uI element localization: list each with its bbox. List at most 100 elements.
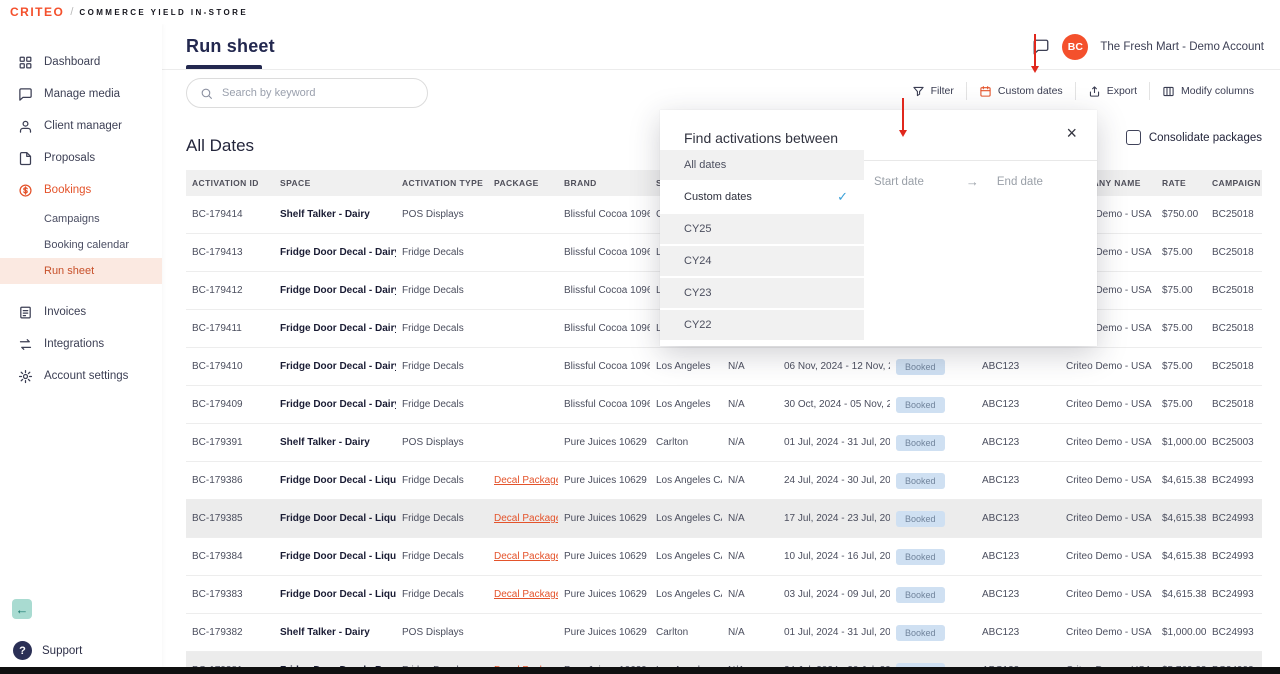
sidebar-item-dashboard[interactable]: Dashboard xyxy=(0,46,162,78)
sidebar-item-bookings[interactable]: Bookings xyxy=(0,174,162,206)
cell-space: Fridge Door Decal - Dairy xyxy=(274,399,396,410)
sidebar-item-invoices[interactable]: Invoices xyxy=(0,296,162,328)
search-input[interactable]: Search by keyword xyxy=(186,78,428,108)
package-link[interactable]: Decal Package xyxy=(494,513,558,524)
cell-company-name: Criteo Demo - USA xyxy=(1060,399,1156,410)
date-range-option[interactable]: Custom dates ✓ xyxy=(660,182,864,212)
date-range-option[interactable]: CY22✓ xyxy=(660,310,864,340)
cell-brand: Blissful Cocoa 10964 xyxy=(558,323,650,334)
check-icon: ✓ xyxy=(837,189,848,205)
status-badge: Booked xyxy=(896,397,945,413)
date-range-option[interactable]: CY25✓ xyxy=(660,214,864,244)
all-dates-heading: All Dates xyxy=(186,136,254,156)
cell-space: Fridge Door Decal - Liquor xyxy=(274,475,396,486)
cell-activation-type: Fridge Decals xyxy=(396,399,488,410)
cell-rate: $4,615.38 xyxy=(1156,475,1206,486)
table-row[interactable]: BC-179383 Fridge Door Decal - Liquor Fri… xyxy=(186,576,1262,614)
cell-rate: $75.00 xyxy=(1156,399,1206,410)
sidebar-item-booking-calendar[interactable]: Booking calendar xyxy=(0,232,162,258)
cell-campaign-id: BC25018 xyxy=(1206,361,1262,372)
cell-rate: $75.00 xyxy=(1156,285,1206,296)
sidebar-item-manage-media[interactable]: Manage media xyxy=(0,78,162,110)
date-range-option[interactable]: CY24✓ xyxy=(660,246,864,276)
cell-dates: 06 Nov, 2024 - 12 Nov, 2024 xyxy=(778,361,890,372)
sidebar-item-account-settings[interactable]: Account settings xyxy=(0,360,162,392)
sidebar-item-client-manager[interactable]: Client manager xyxy=(0,110,162,142)
date-range-option[interactable]: CY23✓ xyxy=(660,278,864,308)
cell-activation-type: Fridge Decals xyxy=(396,247,488,258)
option-label: CY22 xyxy=(684,319,712,331)
document-icon xyxy=(17,150,33,166)
cell-space: Fridge Door Decal - Dairy xyxy=(274,361,396,372)
cell-activation-id: BC-179386 xyxy=(186,475,274,486)
sidebar-collapse-button[interactable]: ← xyxy=(12,599,32,619)
start-date-input[interactable]: Start date xyxy=(874,176,924,188)
cell-company-name: Criteo Demo - USA xyxy=(1060,589,1156,600)
sidebar-nav: Dashboard Manage media Client manager Pr… xyxy=(0,24,162,392)
custom-dates-button[interactable]: Custom dates xyxy=(966,82,1075,100)
table-row[interactable]: BC-179382 Shelf Talker - Dairy POS Displ… xyxy=(186,614,1262,652)
sidebar-item-label: Proposals xyxy=(44,152,95,164)
table-row[interactable]: BC-179384 Fridge Door Decal - Liquor Fri… xyxy=(186,538,1262,576)
support[interactable]: ? Support xyxy=(13,641,82,660)
sidebar-item-campaigns[interactable]: Campaigns xyxy=(0,206,162,232)
cell-package: Decal Package xyxy=(488,589,558,600)
table-row[interactable]: BC-179409 Fridge Door Decal - Dairy Frid… xyxy=(186,386,1262,424)
cell-rate: $1,000.00 xyxy=(1156,627,1206,638)
cell-campaign-id: BC25018 xyxy=(1206,209,1262,220)
cell-state: N/A xyxy=(722,475,778,486)
header-right: BC The Fresh Mart - Demo Account xyxy=(1032,24,1264,70)
cell-suburb: Los Angeles CA xyxy=(650,589,722,600)
table-row[interactable]: BC-179386 Fridge Door Decal - Liquor Fri… xyxy=(186,462,1262,500)
columns-icon xyxy=(1162,85,1175,98)
annotation-arrow-custom-dates xyxy=(1034,34,1036,70)
cell-po-number: ABC123 xyxy=(976,589,1060,600)
package-link[interactable]: Decal Package xyxy=(494,551,558,562)
package-link[interactable]: Decal Package xyxy=(494,589,558,600)
cell-suburb: Los Angeles CA xyxy=(650,551,722,562)
gear-icon xyxy=(17,368,33,384)
cell-status: Booked xyxy=(890,435,976,451)
date-range-option[interactable]: All dates✓ xyxy=(660,150,864,180)
sidebar-item-run-sheet[interactable]: Run sheet xyxy=(0,258,162,284)
end-date-input[interactable]: End date xyxy=(997,176,1043,188)
export-button[interactable]: Export xyxy=(1075,82,1149,100)
cell-activation-id: BC-179385 xyxy=(186,513,274,524)
avatar[interactable]: BC xyxy=(1062,34,1088,60)
sidebar-item-label: Manage media xyxy=(44,88,120,100)
cell-brand: Pure Juices 10629 xyxy=(558,627,650,638)
sidebar-lower-nav: Invoices Integrations Account settings xyxy=(0,296,162,392)
cell-brand: Pure Juices 10629 xyxy=(558,551,650,562)
column-header: CAMPAIGN ID xyxy=(1206,178,1262,188)
criteo-logo: CRITEO xyxy=(10,5,64,19)
cell-activation-type: Fridge Decals xyxy=(396,285,488,296)
sidebar-item-integrations[interactable]: Integrations xyxy=(0,328,162,360)
table-row[interactable]: BC-179385 Fridge Door Decal - Liquor Fri… xyxy=(186,500,1262,538)
close-icon[interactable]: × xyxy=(1066,124,1077,142)
date-inputs-row: Start date → End date xyxy=(864,161,1097,189)
sync-arrows-icon xyxy=(17,336,33,352)
cell-campaign-id: BC24993 xyxy=(1206,589,1262,600)
cell-suburb: Los Angeles xyxy=(650,399,722,410)
package-link[interactable]: Decal Package xyxy=(494,475,558,486)
table-row[interactable]: BC-179391 Shelf Talker - Dairy POS Displ… xyxy=(186,424,1262,462)
cell-brand: Blissful Cocoa 10964 xyxy=(558,285,650,296)
cell-rate: $75.00 xyxy=(1156,247,1206,258)
cell-rate: $750.00 xyxy=(1156,209,1206,220)
search-icon xyxy=(200,87,213,100)
option-label: All dates xyxy=(684,159,726,171)
consolidate-checkbox[interactable] xyxy=(1126,130,1141,145)
sidebar-item-proposals[interactable]: Proposals xyxy=(0,142,162,174)
consolidate-packages[interactable]: Consolidate packages xyxy=(1126,130,1262,145)
cell-suburb: Carlton xyxy=(650,627,722,638)
modify-columns-button[interactable]: Modify columns xyxy=(1149,82,1266,100)
cell-space: Fridge Door Decal - Liquor xyxy=(274,513,396,524)
cell-activation-type: Fridge Decals xyxy=(396,475,488,486)
table-row[interactable]: BC-179410 Fridge Door Decal - Dairy Frid… xyxy=(186,348,1262,386)
date-range-list: All dates✓Custom dates✓CY25✓CY24✓CY23✓CY… xyxy=(660,150,864,342)
cell-company-name: Criteo Demo - USA xyxy=(1060,361,1156,372)
cell-status: Booked xyxy=(890,359,976,375)
option-label: Custom dates xyxy=(684,191,752,203)
cell-po-number: ABC123 xyxy=(976,551,1060,562)
filter-button[interactable]: Filter xyxy=(900,82,966,100)
